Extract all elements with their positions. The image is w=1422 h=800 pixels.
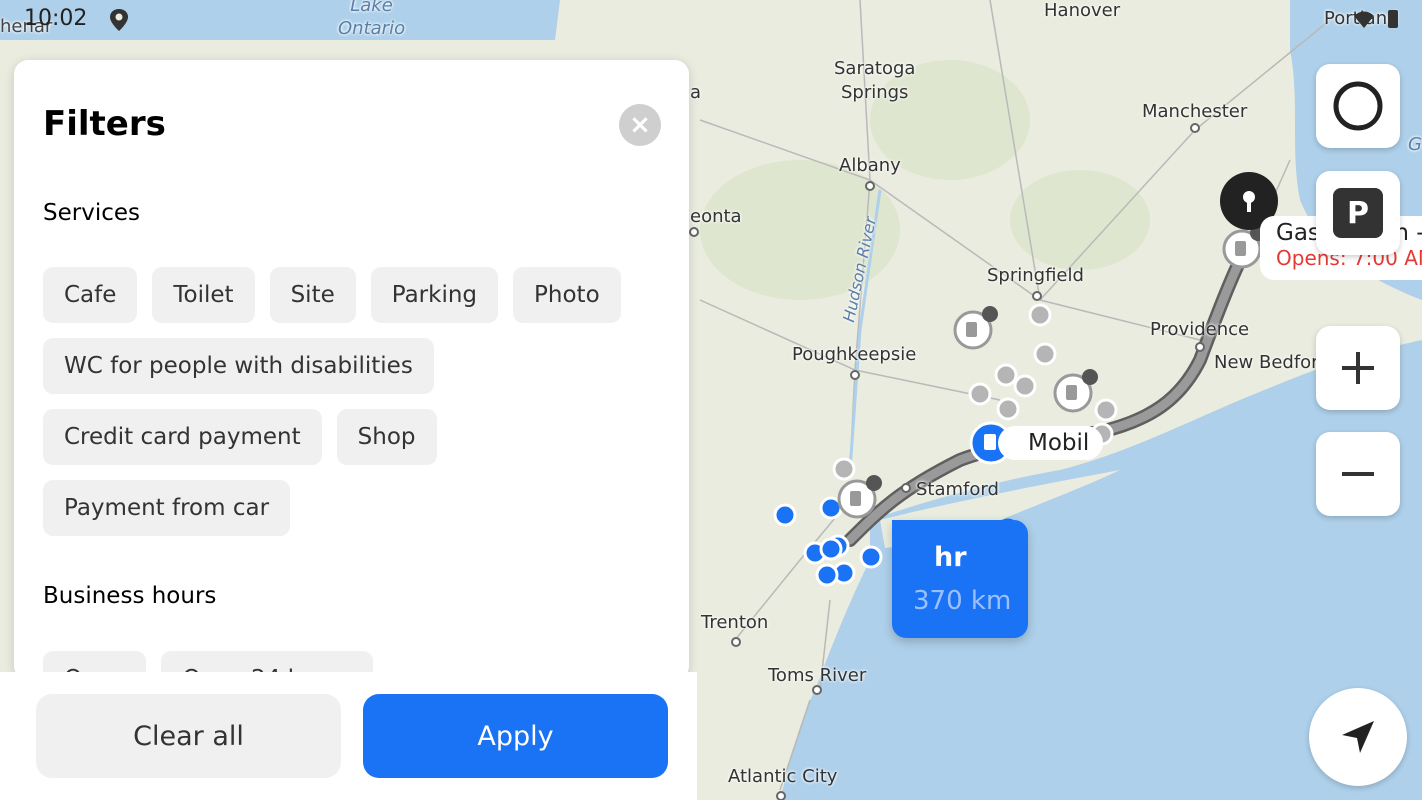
close-icon: × xyxy=(629,110,651,140)
close-button[interactable]: × xyxy=(619,104,661,146)
map-label-albany: Albany xyxy=(839,155,901,176)
chip-wc-disabilities[interactable]: WC for people with disabilities xyxy=(43,338,434,394)
minus-icon xyxy=(1342,472,1374,476)
poi-label-mobil[interactable]: Mobil xyxy=(998,426,1104,460)
zoom-in-button[interactable] xyxy=(1316,326,1400,410)
my-location-button[interactable] xyxy=(1309,688,1407,786)
map-label-oneonta: eonta xyxy=(690,206,742,227)
status-time: 10:02 xyxy=(24,6,88,31)
clear-all-button[interactable]: Clear all xyxy=(36,694,341,778)
map-label-new-bedford: New Bedford xyxy=(1214,352,1330,373)
chip-parking[interactable]: Parking xyxy=(370,267,499,323)
map-label-stamford: Stamford xyxy=(916,479,999,500)
route-distance: 370 km xyxy=(913,586,1012,616)
filters-title: Filters xyxy=(43,104,166,144)
parking-button[interactable]: P xyxy=(1316,171,1400,255)
chip-photo[interactable]: Photo xyxy=(513,267,621,323)
map-label-edge-g: G xyxy=(1408,134,1422,155)
apply-button[interactable]: Apply xyxy=(363,694,668,778)
chip-cafe[interactable]: Cafe xyxy=(43,267,138,323)
services-title: Services xyxy=(43,200,140,226)
map-label-poughkeepsie: Poughkeepsie xyxy=(792,344,917,365)
zoom-out-button[interactable] xyxy=(1316,432,1400,516)
map-label-springfield: Springfield xyxy=(987,265,1084,286)
location-status-icon xyxy=(110,9,128,31)
map-label-trenton: Trenton xyxy=(701,612,769,633)
assistant-button[interactable] xyxy=(1316,64,1400,148)
map-label-providence: Providence xyxy=(1150,319,1250,340)
assistant-icon xyxy=(1333,81,1383,131)
chip-shop[interactable]: Shop xyxy=(336,409,437,465)
navigate-arrow-icon xyxy=(1342,721,1374,753)
map-label-saratoga-springs: Saratoga Springs xyxy=(834,58,916,103)
parking-label: P xyxy=(1333,188,1383,238)
business-hours-title: Business hours xyxy=(43,583,217,609)
map-label-lake-ontario: Lake Ontario xyxy=(338,0,406,39)
chip-payment-from-car[interactable]: Payment from car xyxy=(43,480,291,536)
chip-site[interactable]: Site xyxy=(269,267,356,323)
map-label-hanover: Hanover xyxy=(1044,0,1121,21)
services-chips: Cafe Toilet Site Parking Photo WC for pe… xyxy=(43,267,663,551)
map-label-edge-a: a xyxy=(690,82,702,103)
map-label-atlantic-city: Atlantic City xyxy=(728,766,838,787)
wifi-battery-icon xyxy=(1354,10,1398,28)
map-label-manchester: Manchester xyxy=(1142,101,1248,122)
route-info-callout[interactable]: hr 370 km xyxy=(892,520,1028,638)
map-label-toms-river: Toms River xyxy=(768,665,867,686)
plus-icon xyxy=(1342,352,1374,384)
route-duration: hr xyxy=(934,542,967,573)
chip-toilet[interactable]: Toilet xyxy=(152,267,255,323)
chip-credit-card[interactable]: Credit card payment xyxy=(43,409,322,465)
filters-panel: Filters × Services Cafe Toilet Site Park… xyxy=(14,60,689,680)
